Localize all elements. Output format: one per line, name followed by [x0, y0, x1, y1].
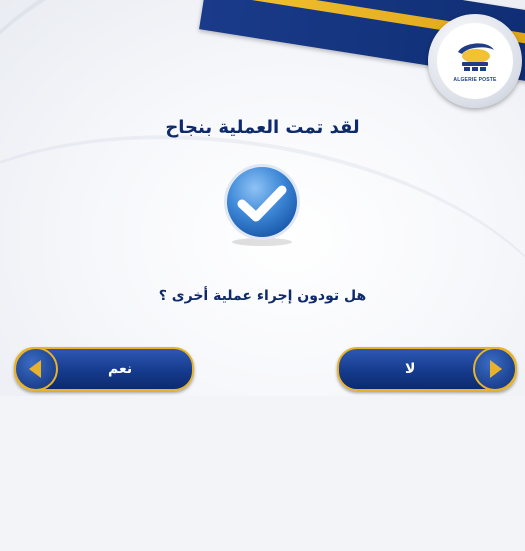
arrow-right-icon[interactable]	[473, 347, 517, 391]
success-title: لقد تمت العملية بنجاح	[165, 117, 360, 138]
checkmark-icon	[224, 164, 300, 246]
arrow-left-glyph	[29, 360, 41, 378]
no-button[interactable]: لا	[337, 347, 517, 391]
logo-badge: ALGERIE POSTE	[437, 23, 513, 99]
arrow-right-glyph	[490, 360, 502, 378]
no-button-label: لا	[405, 361, 416, 377]
arrow-left-icon[interactable]	[14, 347, 58, 391]
logo-text: ALGERIE POSTE	[453, 76, 497, 83]
yes-button[interactable]: نعم	[14, 347, 194, 391]
repeat-question: هل تودون إجراء عملية أخرى ؟	[158, 288, 367, 304]
algerie-poste-logo: ALGERIE POSTE	[428, 14, 522, 108]
poste-logo-icon	[458, 42, 494, 71]
yes-button-label: نعم	[108, 361, 133, 377]
